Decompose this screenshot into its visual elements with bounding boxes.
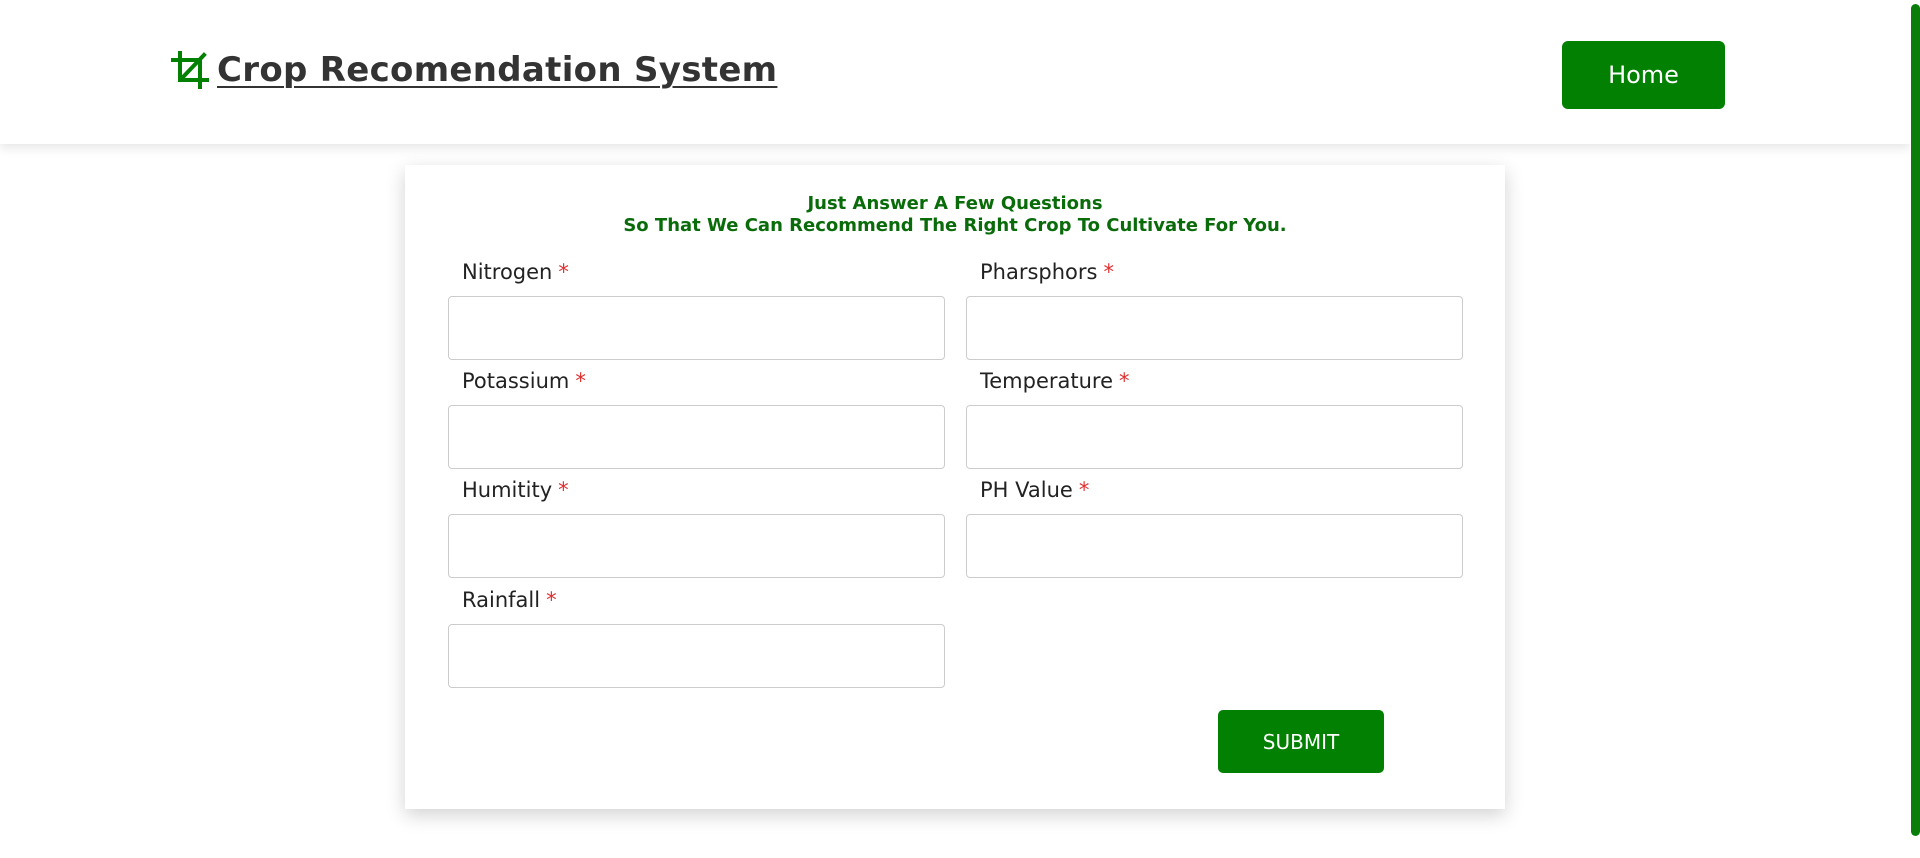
required-marker: * [558, 478, 569, 502]
temperature-label-text: Temperature [980, 369, 1114, 393]
potassium-input[interactable] [448, 405, 945, 469]
crop-form-card: Just Answer A Few Questions So That We C… [405, 165, 1505, 809]
rainfall-label: Rainfall * [462, 588, 557, 612]
required-marker: * [1119, 369, 1130, 393]
temperature-input[interactable] [966, 405, 1463, 469]
required-marker: * [558, 260, 569, 284]
pharsphors-label: Pharsphors * [980, 260, 1114, 284]
nitrogen-label-text: Nitrogen [462, 260, 553, 284]
required-marker: * [1078, 478, 1090, 502]
crop-icon [171, 51, 209, 89]
required-marker: * [1103, 260, 1114, 284]
top-navbar: Crop Recomendation System Home [0, 0, 1910, 144]
scrollbar-thumb[interactable] [1911, 4, 1920, 836]
nitrogen-label: Nitrogen * [462, 260, 569, 284]
rainfall-input[interactable] [448, 624, 945, 688]
potassium-label: Potassium * [462, 369, 586, 393]
brand-link[interactable]: Crop Recomendation System [171, 50, 777, 90]
rainfall-label-text: Rainfall [462, 588, 541, 612]
site-title: Crop Recomendation System [217, 50, 778, 90]
home-button[interactable]: Home [1562, 41, 1725, 109]
intro-line-2: So That We Can Recommend The Right Crop … [623, 215, 1287, 236]
ph-value-input[interactable] [966, 514, 1463, 578]
humitity-input[interactable] [448, 514, 945, 578]
form-intro: Just Answer A Few Questions So That We C… [405, 193, 1505, 237]
intro-line-1: Just Answer A Few Questions [807, 193, 1103, 214]
potassium-label-text: Potassium [462, 369, 570, 393]
humitity-label: Humitity * [462, 478, 569, 502]
pharsphors-label-text: Pharsphors [980, 260, 1098, 284]
humitity-label-text: Humitity [462, 478, 553, 502]
temperature-label: Temperature * [980, 369, 1130, 393]
submit-button[interactable]: SUBMIT [1218, 710, 1384, 773]
ph-value-label: PH Value * [980, 478, 1089, 502]
required-marker: * [546, 588, 557, 612]
required-marker: * [575, 369, 586, 393]
ph-value-label-text: PH Value [980, 478, 1073, 502]
nitrogen-input[interactable] [448, 296, 945, 360]
pharsphors-input[interactable] [966, 296, 1463, 360]
